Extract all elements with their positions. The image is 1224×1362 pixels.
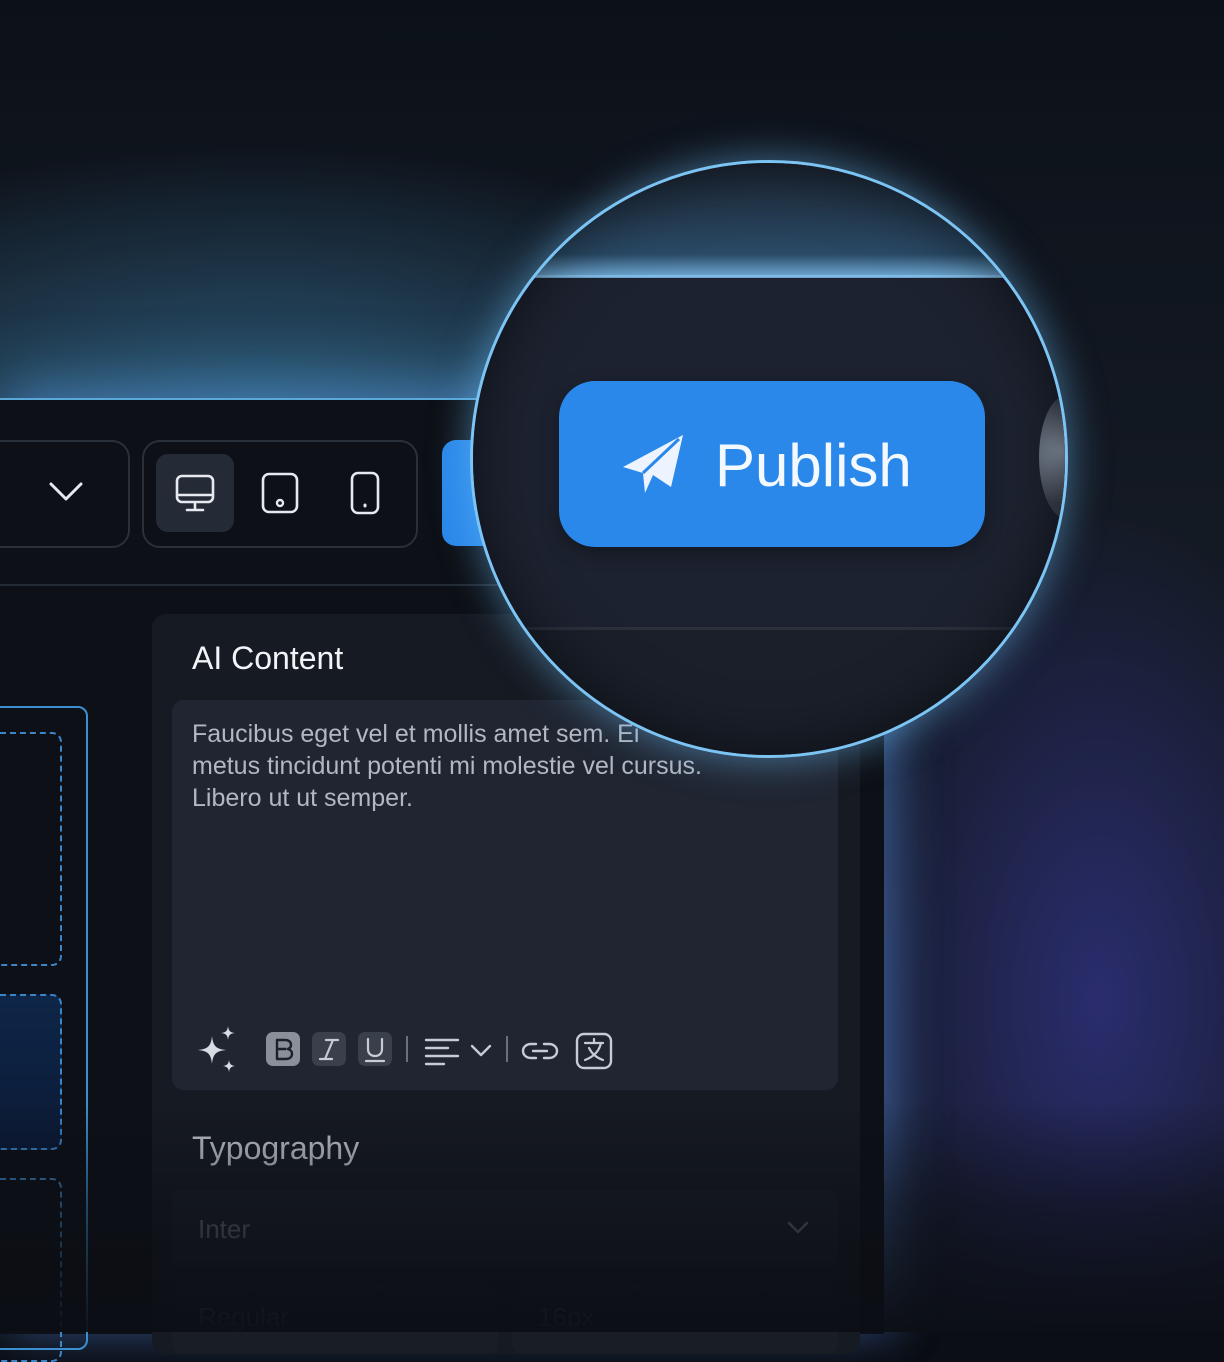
publish-button[interactable]: Publish	[559, 381, 985, 547]
font-family-value: Inter	[198, 1214, 251, 1244]
magnified-panel	[473, 630, 1065, 755]
desktop-icon	[175, 474, 215, 512]
typography-title: Typography	[192, 1130, 360, 1166]
bold-icon	[275, 1038, 294, 1061]
bold-button[interactable]	[266, 1032, 300, 1066]
toolbar-divider	[506, 1036, 508, 1062]
font-size-select[interactable]: 16px	[512, 1284, 838, 1354]
device-switcher	[142, 440, 418, 548]
canvas-preview	[0, 706, 88, 1362]
desktop-view-button[interactable]	[156, 454, 234, 532]
italic-icon	[318, 1038, 340, 1061]
chevron-down-icon[interactable]	[468, 1026, 494, 1076]
tablet-view-button[interactable]	[241, 454, 319, 532]
align-left-icon[interactable]	[422, 1026, 462, 1076]
chevron-down-icon	[787, 1221, 809, 1234]
underline-button[interactable]	[358, 1032, 392, 1066]
underline-icon	[364, 1037, 386, 1063]
font-weight-value: Regular	[198, 1302, 290, 1332]
tablet-icon	[261, 472, 299, 514]
page-dropdown[interactable]	[0, 440, 130, 548]
drop-zone[interactable]	[0, 732, 62, 966]
italic-button[interactable]	[312, 1032, 346, 1066]
sparkles-icon[interactable]	[194, 1026, 240, 1076]
font-size-value: 16px	[538, 1302, 595, 1332]
font-family-select[interactable]: Inter	[172, 1190, 838, 1268]
drop-zone[interactable]	[0, 1178, 62, 1362]
send-icon	[623, 435, 683, 493]
chevron-down-icon	[49, 482, 83, 501]
mobile-icon	[350, 471, 380, 515]
translate-icon[interactable]	[574, 1026, 614, 1076]
panel-title: AI Content	[192, 640, 344, 676]
toolbar-divider	[406, 1036, 408, 1062]
drop-zone-active[interactable]	[0, 994, 62, 1150]
mobile-view-button[interactable]	[326, 454, 404, 532]
magnified-background	[473, 163, 1065, 277]
magnifier-lens: Publish	[470, 160, 1068, 758]
link-icon[interactable]	[520, 1026, 560, 1076]
ai-content-editor[interactable]: Faucibus eget vel et mollis amet sem. Ei…	[172, 700, 838, 1090]
font-weight-select[interactable]: Regular	[172, 1284, 498, 1354]
publish-label: Publish	[715, 432, 912, 499]
